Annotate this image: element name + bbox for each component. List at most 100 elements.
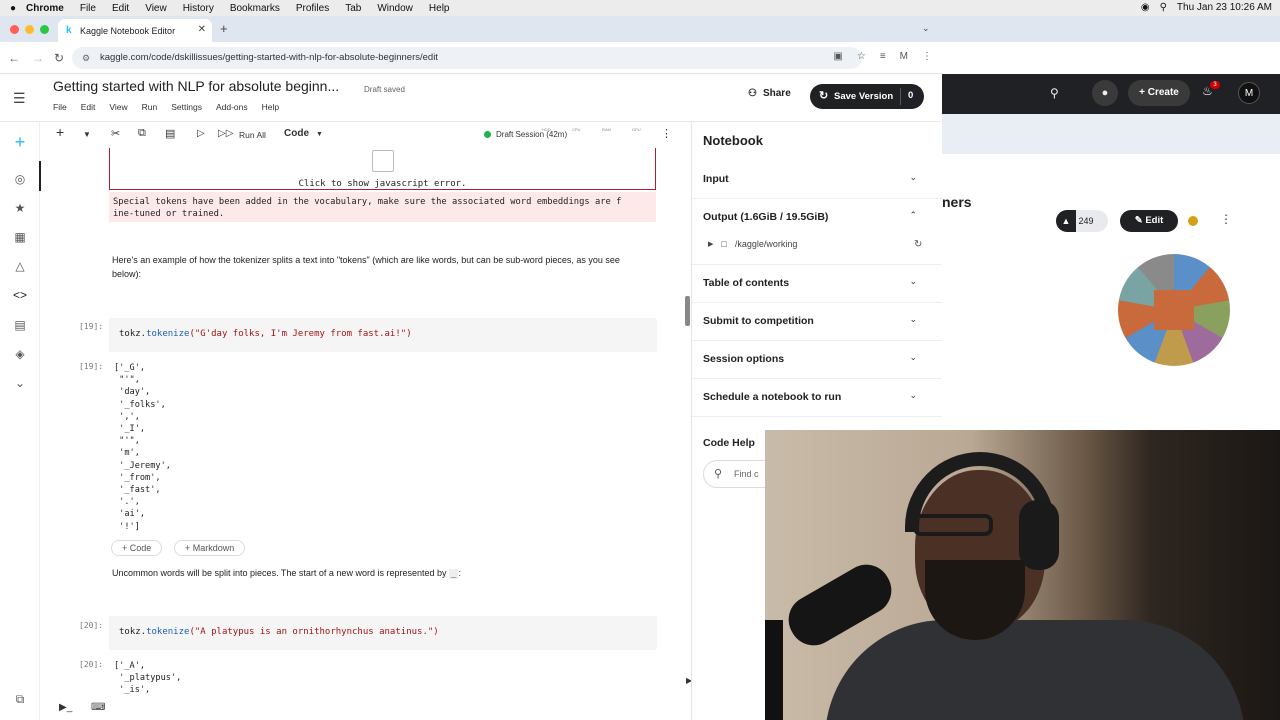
- menubar-item-help[interactable]: Help: [429, 3, 450, 14]
- install-app-icon[interactable]: ▣: [833, 51, 842, 62]
- bookmark-star-icon[interactable]: ☆: [857, 51, 866, 62]
- add-cell-dropdown-icon[interactable]: ▼: [83, 130, 91, 139]
- ram-meter[interactable]: RAM: [602, 127, 611, 132]
- refresh-output-icon[interactable]: ↻: [914, 239, 922, 250]
- avatar[interactable]: M: [1238, 82, 1260, 104]
- microphone-icon[interactable]: ●: [1092, 80, 1118, 106]
- console-icon[interactable]: ▶_: [59, 702, 72, 713]
- copy-cell-icon[interactable]: ⧉: [138, 127, 146, 140]
- run-all-icon[interactable]: ▷▷: [218, 128, 233, 139]
- add-markdown-cell-button[interactable]: + Markdown: [174, 540, 246, 556]
- run-cell-icon[interactable]: ▷: [197, 128, 205, 139]
- menubar-item-history[interactable]: History: [183, 3, 214, 14]
- menubar-item-window[interactable]: Window: [377, 3, 413, 14]
- reload-icon[interactable]: ↻: [54, 51, 64, 65]
- output-folder-row[interactable]: ▶ □ /kaggle/working: [708, 239, 797, 249]
- panel-section-schedule[interactable]: Schedule a notebook to run ⌄: [692, 379, 943, 417]
- zoom-window-button[interactable]: [40, 25, 49, 34]
- menubar-item-view[interactable]: View: [145, 3, 167, 14]
- run-all-label[interactable]: Run All: [239, 130, 266, 140]
- chevron-down-icon: ⌄: [909, 172, 917, 182]
- expand-caret-icon[interactable]: ▶: [708, 240, 713, 248]
- close-window-button[interactable]: [10, 25, 19, 34]
- hdd-meter[interactable]: HDD: [542, 127, 551, 132]
- datasets-table-icon[interactable]: ▦: [12, 230, 28, 244]
- wifi-icon[interactable]: ◉: [1141, 2, 1150, 13]
- extension-icon[interactable]: ≡: [880, 51, 886, 62]
- menu-file[interactable]: File: [53, 102, 67, 112]
- menu-edit[interactable]: Edit: [81, 102, 96, 112]
- menubar-clock[interactable]: Thu Jan 23 10:26 AM: [1177, 2, 1272, 13]
- markdown-cell-1[interactable]: Here's an example of how the tokenizer s…: [112, 253, 642, 281]
- panel-section-input[interactable]: Input ⌄: [692, 161, 943, 199]
- profile-icon[interactable]: M: [900, 51, 908, 62]
- paste-icon[interactable]: ▤: [165, 127, 175, 140]
- menubar-item-tab[interactable]: Tab: [345, 3, 361, 14]
- code-cell-19[interactable]: tokz.tokenize("G'day folks, I'm Jeremy f…: [109, 318, 657, 352]
- gpu-meter[interactable]: GPU: [632, 127, 641, 132]
- more-options-icon[interactable]: ⋮: [1220, 212, 1232, 226]
- share-button[interactable]: ⚇ Share: [748, 88, 791, 99]
- search-icon[interactable]: ⚲: [1050, 86, 1059, 100]
- second-window-address-bar[interactable]: [942, 42, 1280, 74]
- markdown-cell-2[interactable]: Uncommon words will be split into pieces…: [112, 566, 642, 581]
- session-status[interactable]: Draft Session (42m): [484, 130, 567, 139]
- spotlight-icon[interactable]: ⚲: [1160, 2, 1167, 13]
- version-count[interactable]: 0: [908, 90, 913, 101]
- menu-help[interactable]: Help: [262, 102, 279, 112]
- cell-type-chevron-icon[interactable]: ▼: [316, 131, 323, 138]
- chrome-menu-icon[interactable]: ⋮: [922, 51, 932, 62]
- more-chevron-icon[interactable]: ⌄: [12, 376, 28, 390]
- more-options-icon[interactable]: ⋮: [661, 127, 672, 140]
- cell-type-select[interactable]: Code: [284, 128, 309, 139]
- new-tab-button[interactable]: +: [220, 21, 228, 36]
- code-cell-20[interactable]: tokz.tokenize("A platypus is an ornithor…: [109, 616, 657, 650]
- notebook-scrollbar[interactable]: [685, 296, 690, 326]
- medal-icon: [1188, 216, 1198, 226]
- menu-settings[interactable]: Settings: [171, 102, 202, 112]
- url-field[interactable]: ⚙ kaggle.com/code/dskillissues/getting-s…: [72, 47, 862, 69]
- menubar-app-name[interactable]: Chrome: [26, 3, 64, 14]
- create-button[interactable]: + Create: [1128, 80, 1190, 106]
- cut-icon[interactable]: ✂: [111, 127, 120, 140]
- keyboard-icon[interactable]: ⌨: [91, 702, 105, 713]
- forward-icon[interactable]: →: [32, 51, 44, 65]
- save-version-button[interactable]: ↻ Save Version 0: [810, 84, 924, 109]
- notebook-title[interactable]: Getting started with NLP for absolute be…: [53, 78, 339, 94]
- panel-section-session-options[interactable]: Session options ⌄: [692, 341, 943, 379]
- add-cell-icon[interactable]: +: [56, 124, 64, 140]
- copy-icon[interactable]: ⧉: [12, 692, 28, 707]
- site-info-icon[interactable]: ⚙: [82, 47, 90, 69]
- models-icon[interactable]: △: [12, 259, 28, 273]
- close-tab-icon[interactable]: ✕: [198, 24, 206, 35]
- hamburger-menu-icon[interactable]: ☰: [13, 90, 26, 107]
- create-plus-icon[interactable]: +: [12, 132, 28, 153]
- menubar-item-profiles[interactable]: Profiles: [296, 3, 329, 14]
- discussions-icon[interactable]: ▤: [12, 318, 28, 332]
- code-icon[interactable]: <>: [12, 288, 28, 302]
- explore-compass-icon[interactable]: ◎: [12, 172, 28, 186]
- menubar-item-file[interactable]: File: [80, 3, 96, 14]
- menu-view[interactable]: View: [109, 102, 127, 112]
- panel-section-output[interactable]: Output (1.6GiB / 19.5GiB) ⌃: [692, 199, 943, 265]
- edit-button[interactable]: ✎ Edit: [1120, 210, 1178, 232]
- tab-search-chevron-icon[interactable]: ⌄: [922, 23, 930, 34]
- back-icon[interactable]: ←: [8, 51, 20, 65]
- upvote-button[interactable]: ▲ 249: [1056, 210, 1108, 232]
- panel-section-submit[interactable]: Submit to competition ⌄: [692, 303, 943, 341]
- browser-tab-kaggle[interactable]: k Kaggle Notebook Editor ✕: [58, 19, 212, 42]
- learn-icon[interactable]: ◈: [12, 347, 28, 361]
- competitions-trophy-icon[interactable]: ★: [12, 201, 28, 215]
- menu-run[interactable]: Run: [142, 102, 158, 112]
- add-code-cell-button[interactable]: + Code: [111, 540, 163, 556]
- apple-icon[interactable]: ●: [10, 3, 16, 14]
- menubar-item-edit[interactable]: Edit: [112, 3, 129, 14]
- javascript-error-box[interactable]: Click to show javascript error.: [109, 148, 656, 190]
- cpu-meter[interactable]: CPU: [572, 127, 580, 132]
- minimize-window-button[interactable]: [25, 25, 34, 34]
- section-label: Output (1.6GiB / 19.5GiB): [703, 211, 829, 223]
- second-window-tab-strip[interactable]: [942, 16, 1280, 42]
- menubar-item-bookmarks[interactable]: Bookmarks: [230, 3, 280, 14]
- menu-add-ons[interactable]: Add-ons: [216, 102, 248, 112]
- panel-section-toc[interactable]: Table of contents ⌄: [692, 265, 943, 303]
